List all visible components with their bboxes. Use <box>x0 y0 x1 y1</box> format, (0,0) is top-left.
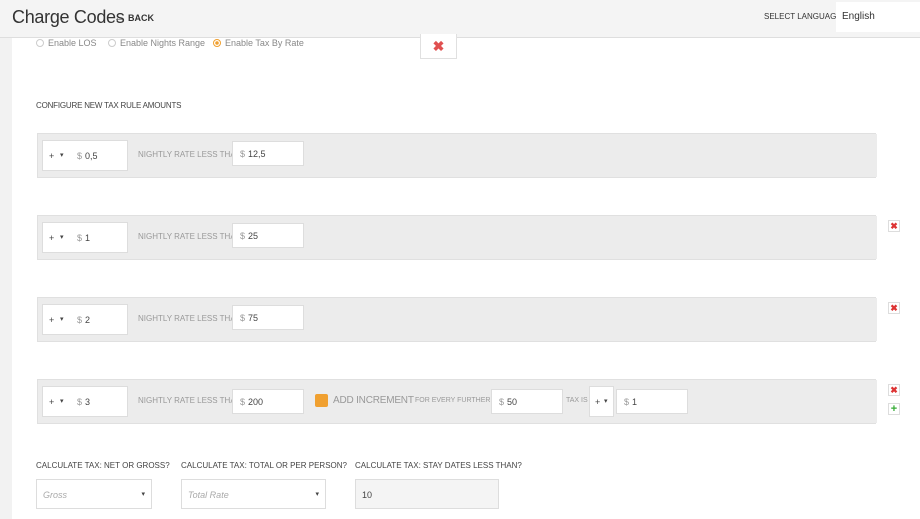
back-label: BACK <box>128 13 154 23</box>
nightly-rate-input[interactable]: $ 25 <box>232 223 304 248</box>
total-per-person-label: CALCULATE TAX: TOTAL OR PER PERSON? <box>181 461 347 470</box>
rate-value: 75 <box>248 313 259 323</box>
operator-value: + <box>595 397 601 407</box>
option-enable-los[interactable]: Enable LOS <box>36 38 97 48</box>
chevron-down-icon: ▾ <box>60 398 64 405</box>
nightly-rate-label: NIGHTLY RATE LESS THAN <box>138 396 242 405</box>
option-label: Enable LOS <box>48 38 97 48</box>
nightly-rate-input[interactable]: $ 200 <box>232 389 304 414</box>
net-gross-label: CALCULATE TAX: NET OR GROSS? <box>36 461 170 470</box>
rate-value: 25 <box>248 231 259 241</box>
currency-symbol: $ <box>77 233 83 243</box>
currency-symbol: $ <box>240 397 246 407</box>
page-title: Charge Codes <box>12 7 125 27</box>
tax-rule-row: + ▾ $ 1 NIGHTLY RATE LESS THAN $ 25 <box>37 215 877 260</box>
rate-value: 12,5 <box>248 149 266 159</box>
net-gross-select[interactable]: Gross ▾ <box>36 479 152 509</box>
selected-value: Gross <box>43 490 68 500</box>
nightly-rate-input[interactable]: $ 12,5 <box>232 141 304 166</box>
stay-dates-input[interactable]: 10 <box>355 479 499 509</box>
rate-value: 200 <box>248 397 264 407</box>
chevron-down-icon: ▾ <box>141 491 145 498</box>
add-increment-label: ADD INCREMENT <box>333 395 414 406</box>
option-enable-nights-range[interactable]: Enable Nights Range <box>108 38 205 48</box>
radio-icon <box>108 39 116 47</box>
amount-field[interactable]: + ▾ $ 3 <box>42 386 128 417</box>
back-arrow-icon: ← <box>114 12 125 24</box>
tax-increment-input[interactable]: $ 1 <box>616 389 688 414</box>
currency-symbol: $ <box>499 397 505 407</box>
selected-value: Total Rate <box>188 490 229 500</box>
chevron-down-icon: ▾ <box>604 398 608 405</box>
currency-symbol: $ <box>77 397 83 407</box>
amount-field[interactable]: + ▾ $ 2 <box>42 304 128 335</box>
currency-symbol: $ <box>240 313 246 323</box>
operator-select[interactable]: + <box>49 315 54 325</box>
chevron-down-icon: ▾ <box>60 234 64 241</box>
every-further-value: 50 <box>507 397 518 407</box>
nightly-rate-label: NIGHTLY RATE LESS THAN <box>138 314 242 323</box>
add-rule-button[interactable]: + <box>888 403 900 415</box>
operator-select[interactable]: + <box>49 151 54 161</box>
radio-icon <box>36 39 44 47</box>
tax-rule-row: + ▾ $ 3 NIGHTLY RATE LESS THAN $ 200 ADD… <box>37 379 877 424</box>
currency-symbol: $ <box>77 315 83 325</box>
tax-operator-select[interactable]: + ▾ <box>589 386 614 417</box>
radio-checked-icon <box>213 39 221 47</box>
amount-value: 0,5 <box>85 151 98 161</box>
chevron-down-icon: ▾ <box>315 491 319 498</box>
currency-symbol: $ <box>240 231 246 241</box>
currency-symbol: $ <box>624 397 630 407</box>
delete-icon: ✖ <box>890 221 898 231</box>
operator-select[interactable]: + <box>49 397 54 407</box>
close-button[interactable]: ✖ <box>420 34 457 59</box>
section-title: CONFIGURE NEW TAX RULE AMOUNTS <box>36 101 182 110</box>
amount-value: 2 <box>85 315 91 325</box>
total-per-person-select[interactable]: Total Rate ▾ <box>181 479 326 509</box>
back-link[interactable]: ← BACK <box>114 12 154 24</box>
option-enable-tax-by-rate[interactable]: Enable Tax By Rate <box>213 38 304 48</box>
amount-value: 3 <box>85 397 91 407</box>
operator-select[interactable]: + <box>49 233 54 243</box>
stay-dates-label: CALCULATE TAX: STAY DATES LESS THAN? <box>355 461 522 470</box>
add-increment-checkbox[interactable] <box>315 394 328 407</box>
tax-rule-row: + ▾ $ 0,5 NIGHTLY RATE LESS THAN $ 12,5 <box>37 133 877 178</box>
close-icon: ✖ <box>432 38 445 54</box>
currency-symbol: $ <box>77 151 83 161</box>
delete-rule-button[interactable]: ✖ <box>888 302 900 314</box>
amount-field[interactable]: + ▾ $ 1 <box>42 222 128 253</box>
charge-code-panel <box>12 38 920 519</box>
delete-rule-button[interactable]: ✖ <box>888 384 900 396</box>
plus-icon: + <box>890 403 898 415</box>
delete-icon: ✖ <box>890 303 898 313</box>
nightly-rate-label: NIGHTLY RATE LESS THAN <box>138 150 242 159</box>
top-bar: Charge Codes ← BACK SELECT LANGUAGE Engli… <box>0 0 920 38</box>
option-label: Enable Tax By Rate <box>225 38 304 48</box>
chevron-down-icon: ▾ <box>60 152 64 159</box>
option-label: Enable Nights Range <box>120 38 206 48</box>
chevron-down-icon: ▾ <box>60 316 64 323</box>
delete-rule-button[interactable]: ✖ <box>888 220 900 232</box>
currency-symbol: $ <box>240 149 246 159</box>
tax-rule-row: + ▾ $ 2 NIGHTLY RATE LESS THAN $ 75 <box>37 297 877 342</box>
tax-increment-value: 1 <box>632 397 638 407</box>
every-further-label: FOR EVERY FURTHER <box>415 397 491 404</box>
tax-is-label: TAX IS <box>566 397 588 404</box>
language-label: SELECT LANGUAGE <box>764 12 842 21</box>
language-select[interactable]: English <box>836 2 920 32</box>
stay-dates-value: 10 <box>362 490 373 500</box>
amount-field[interactable]: + ▾ $ 0,5 <box>42 140 128 171</box>
delete-icon: ✖ <box>890 385 898 395</box>
nightly-rate-label: NIGHTLY RATE LESS THAN <box>138 232 242 241</box>
every-further-input[interactable]: $ 50 <box>491 389 563 414</box>
nightly-rate-input[interactable]: $ 75 <box>232 305 304 330</box>
amount-value: 1 <box>85 233 91 243</box>
